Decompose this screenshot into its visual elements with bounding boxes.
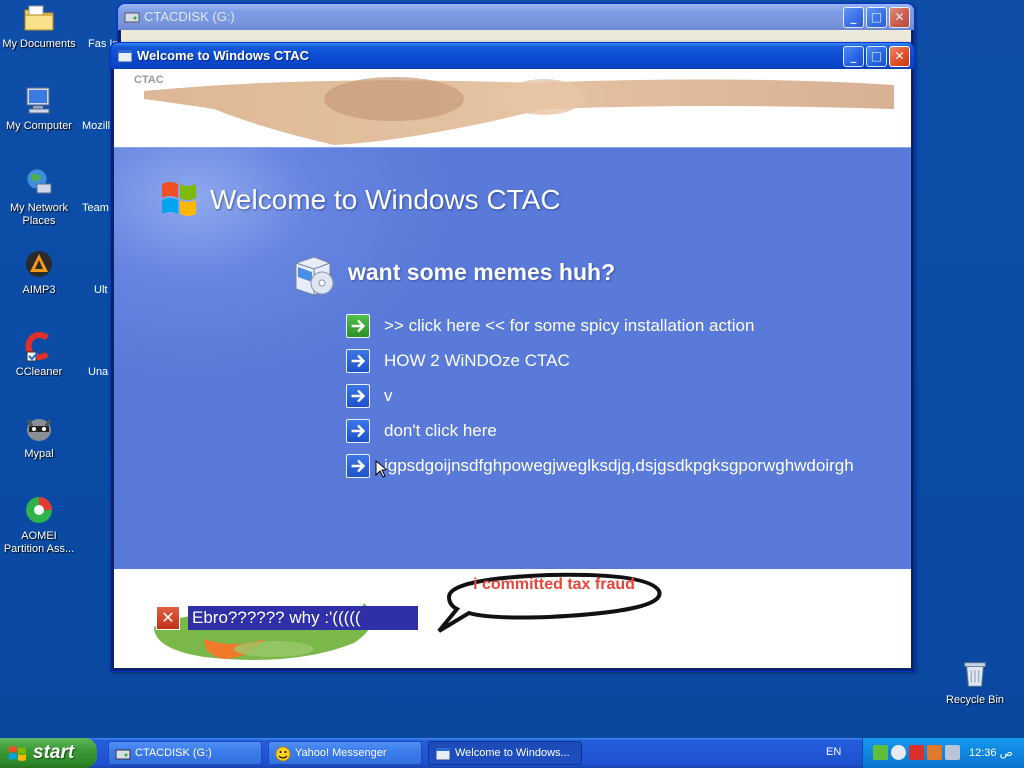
welcome-window[interactable]: Welcome to Windows CTAC _ □ ✕ CTAC Welco…: [110, 42, 915, 672]
desktop-icon-label: Mozill: [82, 120, 111, 132]
banner-photo-illustration: CTAC: [134, 74, 894, 145]
window-app-icon: [117, 49, 133, 63]
desktop-icon-label: My Network Places: [9, 202, 69, 227]
tray-volume-icon[interactable]: [945, 745, 960, 760]
computer-icon: [26, 87, 50, 114]
tray-status-icon[interactable]: [891, 745, 906, 760]
desktop-icon-aomei[interactable]: AOMEI Partition Ass...: [0, 494, 78, 556]
desktop-icon-recycle-bin[interactable]: Recycle Bin: [940, 658, 1010, 706]
blue-arrow-icon: [346, 454, 370, 478]
window-app-icon: [435, 747, 451, 761]
taskbar-button-label: Yahoo! Messenger: [295, 747, 387, 759]
tray-network-icon[interactable]: [873, 745, 888, 760]
desktop-icon-partial[interactable]: Team: [82, 202, 112, 215]
taskbar-button-welcome[interactable]: Welcome to Windows...: [428, 741, 582, 765]
desktop-icon-aimp3[interactable]: AIMP3: [0, 248, 78, 297]
raccoon-icon: [26, 419, 52, 441]
drive-icon: [124, 12, 140, 23]
welcome-client-area: CTAC Welcome to Windows CTAC want some m…: [114, 69, 911, 668]
desktop-icon-label: Ult: [94, 284, 108, 296]
ccleaner-icon: [25, 332, 50, 362]
speech-bubble-text: i committed tax fraud: [473, 576, 635, 593]
desktop-icon-label: AIMP3: [22, 284, 56, 296]
welcome-heading: Welcome to Windows CTAC: [210, 184, 561, 215]
taskbar-button-yahoo-messenger[interactable]: Yahoo! Messenger: [268, 741, 422, 765]
taskbar-clock[interactable]: 12:36 ص: [969, 746, 1013, 759]
section-heading: want some memes huh?: [348, 259, 616, 285]
menu-item-label: don't click here: [384, 421, 497, 440]
network-globe-icon: [26, 168, 52, 194]
start-button[interactable]: start: [0, 738, 97, 768]
desktop-icon-my-computer[interactable]: My Computer: [0, 84, 78, 133]
folder-icon: [24, 5, 54, 31]
menu-item-gibberish[interactable]: igpsdgoijnsdfghpowegjweglksdjg,dsjgsdkpg…: [346, 454, 911, 480]
top-banner-image: CTAC: [114, 69, 911, 147]
blue-arrow-icon: [346, 419, 370, 443]
desktop-icon-my-network-places[interactable]: My Network Places: [0, 166, 78, 228]
installer-box-cd-icon: [295, 256, 334, 296]
language-indicator[interactable]: EN: [826, 746, 841, 758]
close-button[interactable]: ✕: [889, 46, 910, 67]
desktop-icon-label: Mypal: [24, 448, 54, 460]
minimize-button[interactable]: _: [843, 7, 864, 28]
taskbar: start CTACDISK (G:) Yahoo! Messenger Wel…: [0, 738, 1024, 768]
desktop-icon-label: My Documents: [2, 38, 76, 50]
windows-flag-icon: [9, 746, 26, 761]
desktop-icon-label: AOMEI Partition Ass...: [3, 530, 75, 555]
desktop-icon-my-documents[interactable]: My Documents: [0, 2, 78, 51]
aimp-icon: [26, 251, 52, 277]
explorer-title-bar[interactable]: CTACDISK (G:) _ □ ✕: [118, 4, 914, 30]
menu-item-label: >> click here << for some spicy installa…: [384, 316, 755, 335]
welcome-window-title: Welcome to Windows CTAC: [137, 48, 310, 63]
maximize-button[interactable]: □: [866, 7, 887, 28]
desktop-icon-mypal[interactable]: Mypal: [0, 412, 78, 461]
welcome-content-panel: Welcome to Windows CTAC want some memes …: [114, 147, 911, 570]
system-tray: 12:36 ص: [862, 738, 1024, 768]
green-arrow-icon: [346, 314, 370, 338]
start-label: start: [33, 742, 75, 763]
aomei-partition-icon: [26, 497, 52, 523]
taskbar-button-ctacdisk[interactable]: CTACDISK (G:): [108, 741, 262, 765]
drive-icon: [115, 749, 131, 760]
menu-item-label: v: [384, 386, 393, 405]
desktop-icon-ccleaner[interactable]: CCleaner: [0, 330, 78, 379]
taskbar-button-label: CTACDISK (G:): [135, 747, 212, 759]
error-x-icon[interactable]: ✕: [156, 606, 180, 630]
error-tooltip-text: Ebro?????? why :'(((((: [188, 606, 418, 630]
tray-shield-icon[interactable]: [909, 745, 924, 760]
desktop-icon-label: CCleaner: [15, 366, 63, 378]
explorer-window[interactable]: CTACDISK (G:) _ □ ✕: [117, 3, 915, 45]
desktop-icon-partial[interactable]: Mozill: [82, 120, 112, 133]
desktop-icon-label: My Computer: [5, 120, 73, 132]
recycle-bin-icon: [964, 662, 986, 687]
maximize-button[interactable]: □: [866, 46, 887, 67]
explorer-title: CTACDISK (G:): [144, 9, 235, 24]
close-button[interactable]: ✕: [889, 7, 910, 28]
yahoo-smiley-icon: [275, 746, 291, 762]
welcome-title-bar[interactable]: Welcome to Windows CTAC _ □ ✕: [111, 43, 914, 69]
desktop-icon-label: Team: [82, 202, 109, 214]
blue-arrow-icon: [346, 349, 370, 373]
recycle-bin-label: Recycle Bin: [945, 694, 1005, 706]
mouse-cursor-icon: [375, 460, 387, 478]
taskbar-button-label: Welcome to Windows...: [455, 747, 570, 759]
menu-item-label: igpsdgoijnsdfghpowegjweglksdjg,dsjgsdkpg…: [384, 456, 854, 475]
windows-logo-icon: [162, 182, 196, 216]
svg-text:CTAC: CTAC: [134, 74, 164, 86]
tray-app-icon[interactable]: [927, 745, 942, 760]
blue-arrow-icon: [346, 384, 370, 408]
menu-item-label: HOW 2 WiNDOze CTAC: [384, 351, 570, 370]
minimize-button[interactable]: _: [843, 46, 864, 67]
